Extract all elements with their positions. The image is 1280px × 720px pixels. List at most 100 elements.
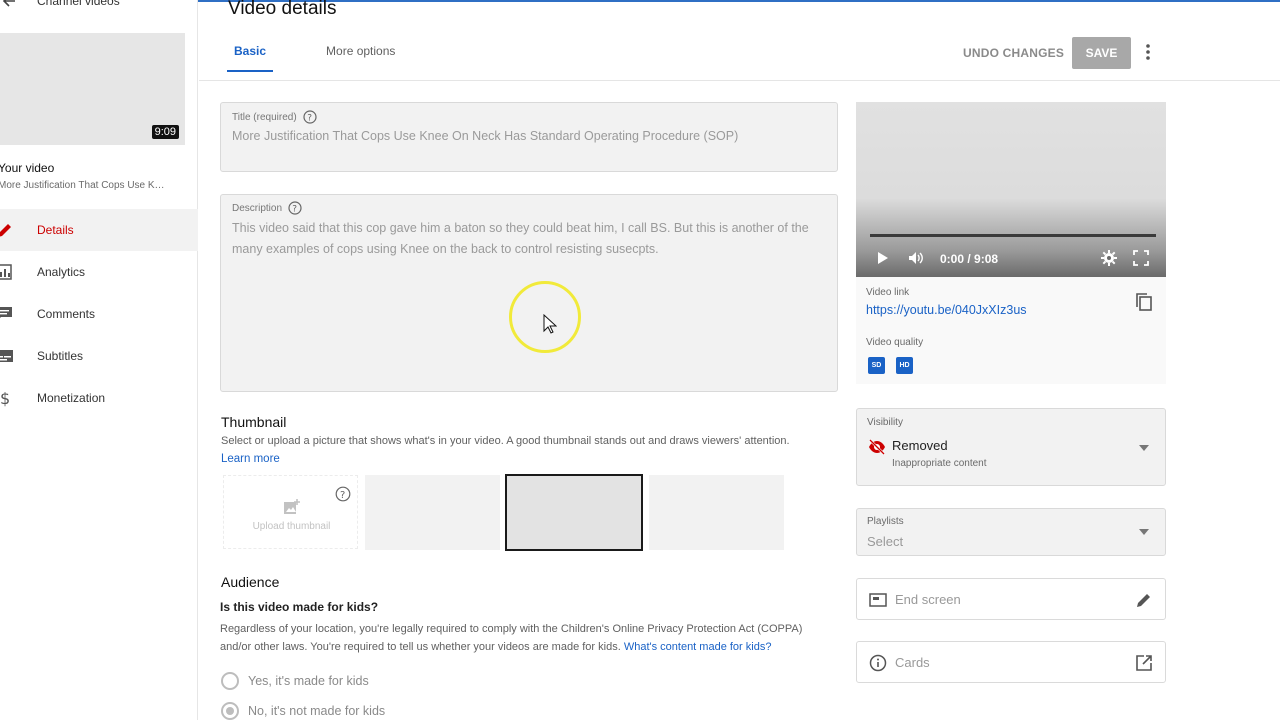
- tab-more-options[interactable]: More options: [326, 44, 395, 72]
- pencil-icon: [0, 224, 11, 237]
- title-label: Title (required): [232, 111, 297, 123]
- header-divider: [199, 80, 1280, 81]
- cards-label: Cards: [895, 655, 930, 670]
- progress-bar[interactable]: [870, 234, 1156, 237]
- visibility-label: Visibility: [867, 417, 903, 428]
- sidebar-item-label: Subtitles: [37, 349, 84, 363]
- back-arrow-icon[interactable]: [2, 0, 16, 8]
- chevron-down-icon: [1139, 529, 1149, 535]
- sidebar-item-label: Monetization: [37, 391, 106, 405]
- title-field[interactable]: Title (required) ? More Justification Th…: [220, 102, 838, 172]
- svg-text:$: $: [0, 389, 10, 407]
- page-title: Video details: [228, 0, 337, 19]
- sidebar-nav: Details Analytics Comments Subtitles $ M…: [0, 209, 198, 419]
- comment-icon: [0, 307, 12, 318]
- cards-row[interactable]: Cards: [856, 641, 1166, 683]
- back-to-channel-videos[interactable]: Channel videos: [0, 0, 120, 8]
- sidebar-item-label: Details: [37, 223, 74, 237]
- add-image-icon: [284, 499, 300, 514]
- playlists-dropdown[interactable]: Playlists Select: [856, 508, 1166, 556]
- coppa-text: and/or other laws. You're required to te…: [220, 641, 621, 653]
- sidebar-item-analytics[interactable]: Analytics: [0, 251, 198, 293]
- title-value: More Justification That Cops Use Knee On…: [232, 129, 739, 143]
- end-screen-icon: [869, 593, 887, 607]
- help-icon[interactable]: ?: [303, 110, 317, 124]
- visibility-dropdown[interactable]: Visibility Removed Inappropriate content: [856, 408, 1166, 486]
- video-link-label: Video link: [866, 287, 910, 298]
- thumbnail-heading: Thumbnail: [221, 414, 287, 430]
- sidebar-item-label: Comments: [37, 307, 96, 321]
- sidebar-item-monetization[interactable]: $ Monetization: [0, 377, 198, 419]
- settings-gear-icon[interactable]: [1101, 250, 1117, 266]
- playback-time: 0:00 / 9:08: [940, 252, 999, 266]
- radio-label: No, it's not made for kids: [248, 704, 386, 718]
- more-options-icon[interactable]: [1141, 42, 1155, 62]
- radio-made-for-kids-no[interactable]: No, it's not made for kids: [221, 702, 385, 720]
- coppa-text-line2: and/or other laws. You're required to te…: [220, 641, 771, 653]
- playlists-label: Playlists: [867, 516, 904, 527]
- sidebar-item-comments[interactable]: Comments: [0, 293, 198, 335]
- description-label-row: Description ?: [232, 201, 302, 215]
- removed-eye-off-icon: [869, 439, 885, 455]
- sidebar-item-subtitles[interactable]: Subtitles: [0, 335, 198, 377]
- open-external-icon[interactable]: [1135, 654, 1153, 672]
- svg-text:?: ?: [292, 205, 297, 215]
- video-info-card: Video link https://youtu.be/040JxXIz3us …: [856, 277, 1166, 384]
- coppa-text-line1: Regardless of your location, you're lega…: [220, 623, 803, 635]
- thumbnail-help-text: Select or upload a picture that shows wh…: [221, 435, 790, 447]
- sidebar: Channel videos 9:09 Your video More Just…: [0, 0, 198, 720]
- upload-thumbnail-label: Upload thumbnail: [252, 521, 331, 532]
- description-label: Description: [232, 202, 283, 214]
- back-label: Channel videos: [37, 0, 120, 8]
- video-link-url[interactable]: https://youtu.be/040JxXIz3us: [866, 303, 1027, 317]
- undo-changes-button[interactable]: UNDO CHANGES: [955, 38, 1072, 68]
- edit-pencil-icon[interactable]: [1135, 591, 1153, 609]
- video-player[interactable]: 0:00 / 9:08: [856, 102, 1166, 277]
- thumbnail-option-3[interactable]: [649, 475, 784, 550]
- fullscreen-icon[interactable]: [1133, 250, 1149, 266]
- copy-icon[interactable]: [1134, 292, 1154, 312]
- mouse-cursor-icon: [543, 314, 557, 334]
- app-window: Channel videos 9:09 Your video More Just…: [0, 0, 1280, 720]
- your-video-label: Your video: [0, 161, 55, 175]
- made-for-kids-question: Is this video made for kids?: [220, 600, 379, 614]
- help-icon[interactable]: ?: [335, 486, 351, 502]
- chevron-down-icon: [1139, 445, 1149, 451]
- sidebar-item-label: Analytics: [37, 265, 86, 279]
- hd-quality-badge: HD: [896, 357, 913, 374]
- sidebar-video-title: More Justification That Cops Use K…: [0, 180, 165, 191]
- end-screen-label: End screen: [895, 592, 961, 607]
- description-value: This video said that this cop gave him a…: [232, 221, 809, 256]
- thumbnail-option-1[interactable]: [365, 475, 500, 550]
- visibility-value: Removed: [892, 438, 948, 453]
- info-icon: [869, 654, 887, 672]
- made-for-kids-info-link[interactable]: What's content made for kids?: [624, 641, 772, 653]
- volume-icon[interactable]: [908, 250, 924, 266]
- help-icon[interactable]: ?: [288, 201, 302, 215]
- playlists-value: Select: [867, 534, 904, 549]
- subtitles-icon: [0, 350, 13, 362]
- video-quality-label: Video quality: [866, 337, 924, 348]
- tab-basic[interactable]: Basic: [227, 44, 274, 72]
- visibility-subtext: Inappropriate content: [892, 458, 987, 469]
- video-thumbnail-preview[interactable]: 9:09: [0, 33, 185, 145]
- save-button[interactable]: SAVE: [1072, 37, 1131, 69]
- audience-heading: Audience: [221, 574, 280, 590]
- bar-chart-icon: [0, 264, 12, 280]
- title-field-label-row: Title (required) ?: [232, 110, 317, 124]
- tab-bar: Basic More options: [227, 44, 395, 72]
- sd-quality-badge: SD: [868, 357, 885, 374]
- learn-more-link[interactable]: Learn more: [221, 453, 280, 465]
- thumbnail-option-2-selected[interactable]: [505, 474, 643, 551]
- end-screen-row[interactable]: End screen: [856, 578, 1166, 620]
- svg-text:?: ?: [307, 114, 312, 124]
- radio-button[interactable]: [221, 672, 239, 690]
- radio-button-checked[interactable]: [221, 702, 239, 720]
- sidebar-item-details[interactable]: Details: [0, 209, 198, 251]
- duration-badge: 9:09: [151, 125, 179, 139]
- play-icon[interactable]: [874, 250, 890, 266]
- radio-label: Yes, it's made for kids: [248, 674, 369, 688]
- upload-thumbnail-button[interactable]: Upload thumbnail ?: [223, 475, 358, 549]
- dollar-icon: $: [0, 389, 10, 407]
- radio-made-for-kids-yes[interactable]: Yes, it's made for kids: [221, 672, 369, 690]
